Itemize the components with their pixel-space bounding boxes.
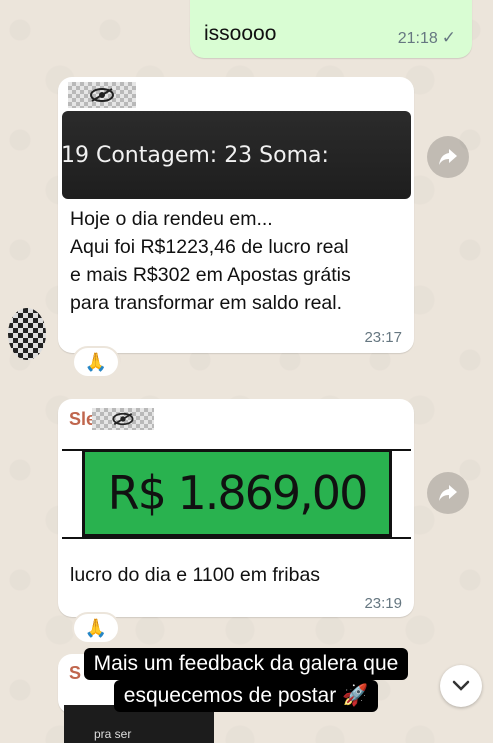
sender-name-redacted [92,408,155,430]
message-line: e mais R$302 em Apostas grátis [70,264,351,286]
divider [62,537,411,539]
message-text: lucro do dia e 1100 em fribas [70,564,321,586]
outgoing-message-text: issoooo [204,22,277,45]
pray-emoji: 🙏 [84,351,108,372]
forward-icon [439,485,457,501]
avatar[interactable] [8,308,46,360]
caption-line: esquecemos de postar 🚀 [113,680,379,712]
outgoing-message-bubble[interactable]: issoooo 21:18 ✓ [190,0,472,58]
message-text: Hoje o dia rendeu em... Aqui foi R$1223,… [70,205,351,317]
sender-row: Sle [69,408,155,430]
image-attachment[interactable]: ,19 Contagem: 23 Soma: [62,111,411,199]
single-check-icon: ✓ [441,28,456,47]
forward-button[interactable] [427,136,469,178]
message-time: 23:19 [364,595,402,612]
sender-name-redacted [68,82,136,108]
forward-button[interactable] [427,472,469,514]
image-text: pra ser [94,727,132,741]
reaction-badge[interactable]: 🙏 [72,346,120,378]
story-caption: Mais um feedback da galera que esquecemo… [82,648,410,712]
forward-icon [439,149,457,165]
value-cell: R$ 1.869,00 [82,449,392,537]
reaction-badge[interactable]: 🙏 [72,612,120,644]
eye-off-icon [90,88,114,102]
image-text: ,19 Contagem: 23 Soma: [62,142,329,168]
message-line: Aqui foi R$1223,46 de lucro real [70,236,349,258]
message-line: Hoje o dia rendeu em... [70,208,273,230]
eye-off-icon [112,412,134,426]
incoming-message-bubble[interactable]: Sle R$ 1.869,00 lucro do dia e 1100 em f… [58,399,414,617]
message-line: para transformar em saldo real. [70,292,343,314]
chevron-down-icon [452,680,470,691]
incoming-message-bubble[interactable]: ,19 Contagem: 23 Soma: Hoje o dia rendeu… [58,77,414,353]
scroll-to-bottom-button[interactable] [440,665,482,707]
image-attachment[interactable]: R$ 1.869,00 [62,435,411,549]
sender-name: S [69,663,82,683]
pray-emoji: 🙏 [84,617,108,638]
message-time: 23:17 [364,329,402,346]
outgoing-message-time: 21:18 ✓ [397,28,456,47]
caption-line: Mais um feedback da galera que [83,648,409,680]
